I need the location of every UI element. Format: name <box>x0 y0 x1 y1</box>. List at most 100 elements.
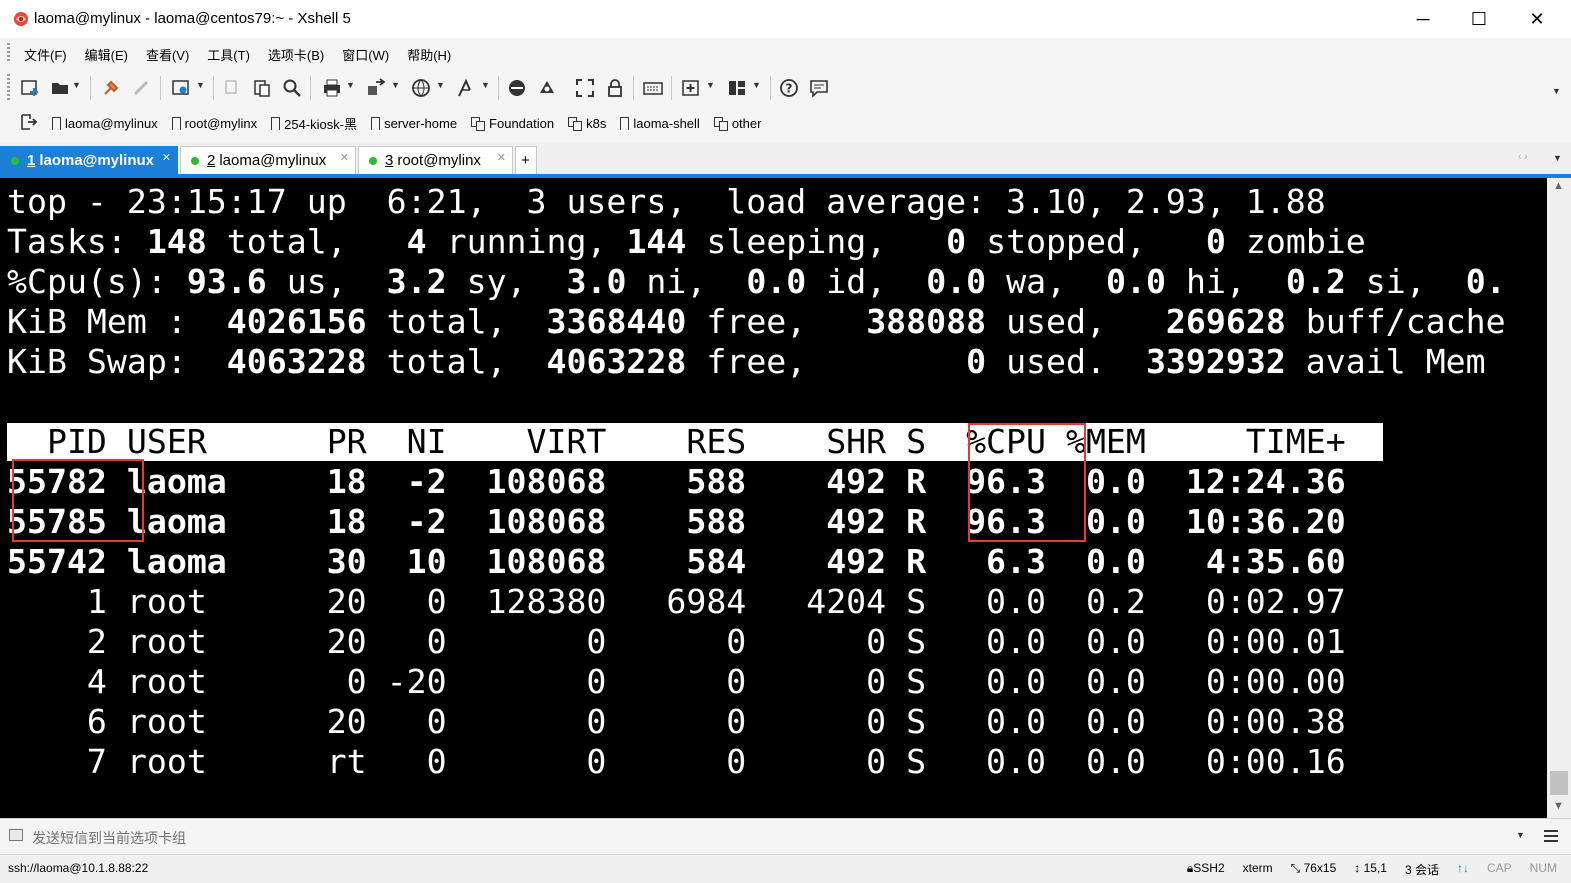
menu-help[interactable]: 帮助(H) <box>405 45 453 64</box>
toolbar-separator <box>770 76 771 100</box>
chat-icon[interactable] <box>809 78 829 98</box>
xmanager-icon[interactable] <box>537 78 557 98</box>
maximize-button[interactable]: ☐ <box>1451 0 1507 38</box>
print-dropdown-icon[interactable]: ▼ <box>346 80 355 90</box>
vertical-scrollbar[interactable]: ▲ ▼ <box>1547 178 1571 818</box>
menu-edit[interactable]: 编辑(E) <box>83 45 130 64</box>
scroll-down-icon[interactable]: ▼ <box>1553 800 1564 812</box>
process-row: 55782 laoma 18 -2 108068 588 492 R 96.3 … <box>7 462 1346 501</box>
tab-scroll-icon[interactable]: ‹ › <box>1518 151 1527 162</box>
layout-dropdown-icon[interactable]: ▼ <box>752 80 761 90</box>
toolbar-separator <box>160 76 161 100</box>
bookmark-icon <box>270 117 281 134</box>
transfer-dropdown-icon[interactable]: ▼ <box>391 80 400 90</box>
paste-icon[interactable] <box>252 78 272 98</box>
menu-view[interactable]: 查看(V) <box>144 45 191 64</box>
link-item[interactable]: laoma@mylinux <box>51 114 158 134</box>
find-icon[interactable] <box>282 78 302 98</box>
top-summary-line: Tasks: 148 total, 4 running, 144 sleepin… <box>7 222 1366 261</box>
menu-tools[interactable]: 工具(T) <box>205 45 252 64</box>
font-icon[interactable] <box>456 78 476 98</box>
terminal-size-value: 76x15 <box>1303 861 1337 875</box>
terminal-screen[interactable]: top - 23:15:17 up 6:21, 3 users, load av… <box>0 178 1547 818</box>
link-item[interactable]: k8s <box>568 114 606 133</box>
toolbar-grip-handle[interactable] <box>7 74 10 100</box>
link-item[interactable]: other <box>713 114 762 133</box>
reconnect-icon[interactable] <box>101 78 121 98</box>
tab-close-icon[interactable]: ✕ <box>162 151 171 164</box>
menu-grip-handle[interactable] <box>7 43 10 63</box>
scroll-up-icon[interactable]: ▲ <box>1553 180 1564 192</box>
toolbar-separator <box>671 76 672 100</box>
link-label: server-home <box>384 116 458 131</box>
help-icon[interactable]: ? <box>779 78 799 98</box>
transfer-icon[interactable] <box>366 78 386 98</box>
toolbar-overflow-icon[interactable]: ▼ <box>1552 86 1561 96</box>
link-item[interactable]: server-home <box>370 114 458 134</box>
lock-icon[interactable] <box>605 78 625 98</box>
globe-dropdown-icon[interactable]: ▼ <box>436 80 445 90</box>
menu-items: 文件(F) 编辑(E) 查看(V) 工具(T) 选项卡(B) 窗口(W) 帮助(… <box>22 45 453 64</box>
links-arrow-icon[interactable] <box>20 113 38 131</box>
link-label: laoma@mylinux <box>65 116 158 131</box>
menu-window[interactable]: 窗口(W) <box>340 45 391 64</box>
status-fields: 🔒︎SSH2 xterm ⤡ 76x15 ↕ 15,1 3 会话 ↑↓ CAP … <box>1187 861 1557 878</box>
font-dropdown-icon[interactable]: ▼ <box>481 80 490 90</box>
caps-lock-indicator: CAP <box>1486 861 1512 875</box>
session-count: 3 会话 <box>1404 863 1439 877</box>
compose-input[interactable]: 发送短信到当前选项卡组 <box>32 828 186 848</box>
xshell-logo-icon <box>14 12 28 26</box>
tab-number: 3 <box>385 152 394 169</box>
scroll-thumb[interactable] <box>1550 771 1568 795</box>
open-folder-icon[interactable] <box>50 78 70 98</box>
disconnect-icon[interactable] <box>131 78 151 98</box>
properties-icon[interactable] <box>171 78 191 98</box>
close-button[interactable]: ✕ <box>1509 0 1565 38</box>
tab-session-3[interactable]: 3 root@mylinx ✕ <box>358 146 513 174</box>
resize-icon: ⤡ <box>1290 861 1304 875</box>
new-tab-button[interactable]: + <box>515 146 537 174</box>
tab-session-1[interactable]: 1 laoma@mylinux ✕ <box>0 146 178 174</box>
link-item[interactable]: root@mylinx <box>171 114 257 134</box>
layout-icon[interactable] <box>727 78 747 98</box>
fullscreen-icon[interactable] <box>575 78 595 98</box>
bookmark-icon <box>370 117 381 134</box>
properties-dropdown-icon[interactable]: ▼ <box>196 80 205 90</box>
tab-close-icon[interactable]: ✕ <box>340 151 349 164</box>
minimize-button[interactable]: ─ <box>1395 0 1451 38</box>
link-label: 254-kiosk-黑 <box>284 117 358 132</box>
protocol-label: SSH2 <box>1193 861 1225 875</box>
link-label: Foundation <box>489 116 555 131</box>
tab-close-icon[interactable]: ✕ <box>497 151 506 164</box>
keyboard-icon[interactable] <box>643 78 663 98</box>
tab-list-icon[interactable]: ▼ <box>1553 153 1562 163</box>
svg-text:?: ? <box>786 82 793 96</box>
link-item[interactable]: 254-kiosk-黑 <box>270 114 358 134</box>
window-title: laoma@mylinux - laoma@centos79:~ - Xshel… <box>34 10 351 27</box>
tab-label: root@mylinx <box>397 152 481 169</box>
copy-icon[interactable] <box>222 78 242 98</box>
menu-tabs[interactable]: 选项卡(B) <box>266 45 326 64</box>
add-tab-dropdown-icon[interactable]: ▼ <box>706 80 715 90</box>
print-icon[interactable] <box>322 78 342 98</box>
session-group-icon <box>713 117 728 131</box>
globe-icon[interactable] <box>411 78 431 98</box>
tab-session-2[interactable]: 2 laoma@mylinux ✕ <box>180 146 356 174</box>
process-row: 55742 laoma 30 10 108068 584 492 R 6.3 0… <box>7 542 1346 581</box>
pid-highlight-box <box>12 459 144 542</box>
link-item[interactable]: laoma-shell <box>619 114 700 134</box>
terminal-size: ⤡ 76x15 <box>1291 861 1337 878</box>
new-session-icon[interactable] <box>20 78 40 98</box>
add-tab-icon[interactable] <box>681 78 701 98</box>
open-dropdown-icon[interactable]: ▼ <box>72 80 81 90</box>
compose-menu-icon[interactable] <box>1543 828 1559 844</box>
menu-file[interactable]: 文件(F) <box>22 45 69 64</box>
tab-label: laoma@mylinux <box>219 152 327 169</box>
connection-address: ssh://laoma@10.1.8.88:22 <box>8 861 149 875</box>
compose-dropdown-icon[interactable]: ▼ <box>1516 830 1525 840</box>
xftp-icon[interactable] <box>507 78 527 98</box>
link-label: other <box>731 116 762 131</box>
link-item[interactable]: Foundation <box>471 114 554 133</box>
bookmark-icon <box>51 117 61 134</box>
top-summary-line: KiB Mem : 4026156 total, 3368440 free, 3… <box>7 302 1506 341</box>
